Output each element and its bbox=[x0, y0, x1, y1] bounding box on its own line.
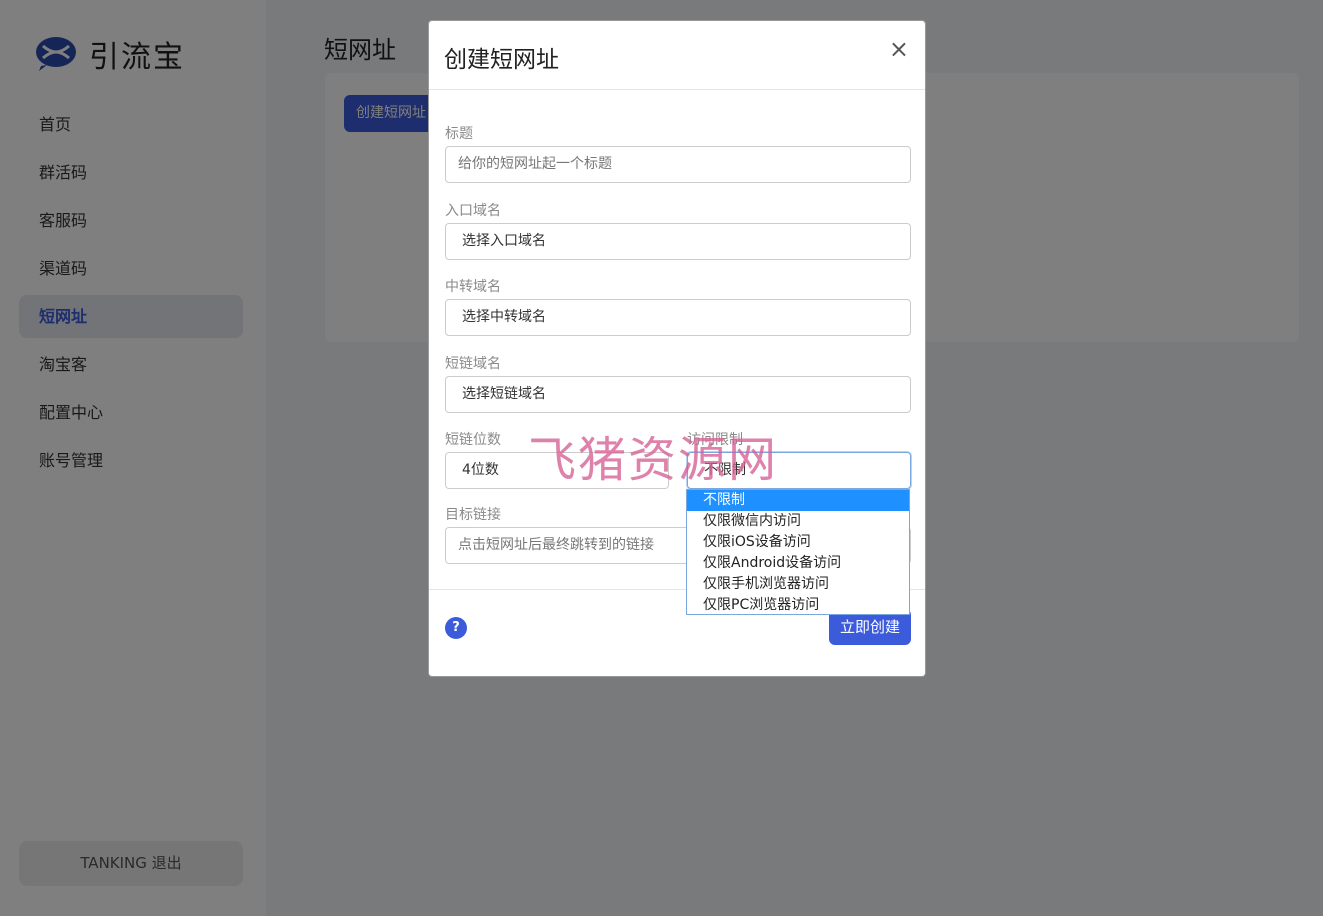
dropdown-option[interactable]: 仅限PC浏览器访问 bbox=[687, 595, 909, 616]
entry-domain-label: 入口域名 bbox=[445, 203, 501, 219]
access-limit-dropdown: 不限制 仅限微信内访问 仅限iOS设备访问 仅限Android设备访问 仅限手机… bbox=[686, 489, 910, 615]
modal-header: 创建短网址 × bbox=[429, 21, 925, 90]
close-icon[interactable]: × bbox=[889, 37, 909, 61]
relay-domain-label: 中转域名 bbox=[445, 279, 501, 295]
access-limit-select[interactable]: 不限制 bbox=[687, 452, 911, 489]
help-icon[interactable]: ? bbox=[445, 617, 467, 639]
short-digits-label: 短链位数 bbox=[445, 432, 501, 448]
dropdown-option[interactable]: 仅限Android设备访问 bbox=[687, 553, 909, 574]
title-label: 标题 bbox=[445, 126, 473, 142]
short-domain-label: 短链域名 bbox=[445, 356, 501, 372]
access-limit-label: 访问限制 bbox=[687, 432, 743, 448]
modal-title: 创建短网址 bbox=[444, 47, 559, 73]
dropdown-option[interactable]: 仅限iOS设备访问 bbox=[687, 532, 909, 553]
relay-domain-select[interactable]: 选择中转域名 bbox=[445, 299, 911, 336]
entry-domain-select[interactable]: 选择入口域名 bbox=[445, 223, 911, 260]
short-domain-select[interactable]: 选择短链域名 bbox=[445, 376, 911, 413]
dropdown-option[interactable]: 仅限微信内访问 bbox=[687, 511, 909, 532]
target-link-label: 目标链接 bbox=[445, 507, 501, 523]
short-digits-select[interactable]: 4位数 bbox=[445, 452, 669, 489]
dropdown-option[interactable]: 不限制 bbox=[687, 490, 909, 511]
title-input[interactable]: 给你的短网址起一个标题 bbox=[445, 146, 911, 183]
dropdown-option[interactable]: 仅限手机浏览器访问 bbox=[687, 574, 909, 595]
